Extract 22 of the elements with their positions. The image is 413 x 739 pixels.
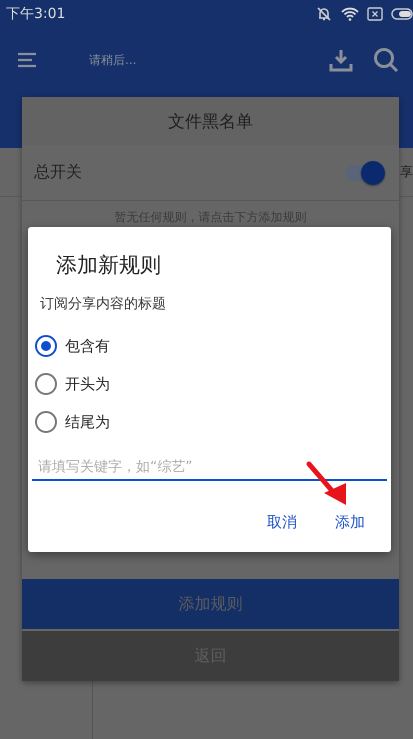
app-title: 请稍后... [89,52,138,68]
radio-label[interactable]: 开头为 [65,374,110,394]
list-text: 享 [400,164,413,181]
radio-label[interactable]: 包含有 [65,336,110,356]
search-icon[interactable] [373,47,399,73]
muted-bell-icon [315,6,333,22]
panel-title: 文件黑名单 [22,97,399,145]
menu-icon[interactable] [17,52,37,68]
wifi-icon [341,7,359,21]
sim-icon [367,7,383,21]
download-icon[interactable] [329,48,353,72]
dialog-title: 添加新规则 [56,252,162,279]
add-button[interactable]: 添加 [333,507,367,538]
radio-button[interactable] [35,411,57,433]
radio-button[interactable] [35,373,57,395]
status-time: 下午3:01 [6,5,66,23]
radio-label[interactable]: 结尾为 [65,412,110,432]
switch-label: 总开关 [34,162,82,183]
dialog-subtitle: 订阅分享内容的标题 [40,295,167,313]
battery-icon [391,8,413,20]
radio-button[interactable] [35,335,57,357]
cancel-button[interactable]: 取消 [265,507,299,538]
